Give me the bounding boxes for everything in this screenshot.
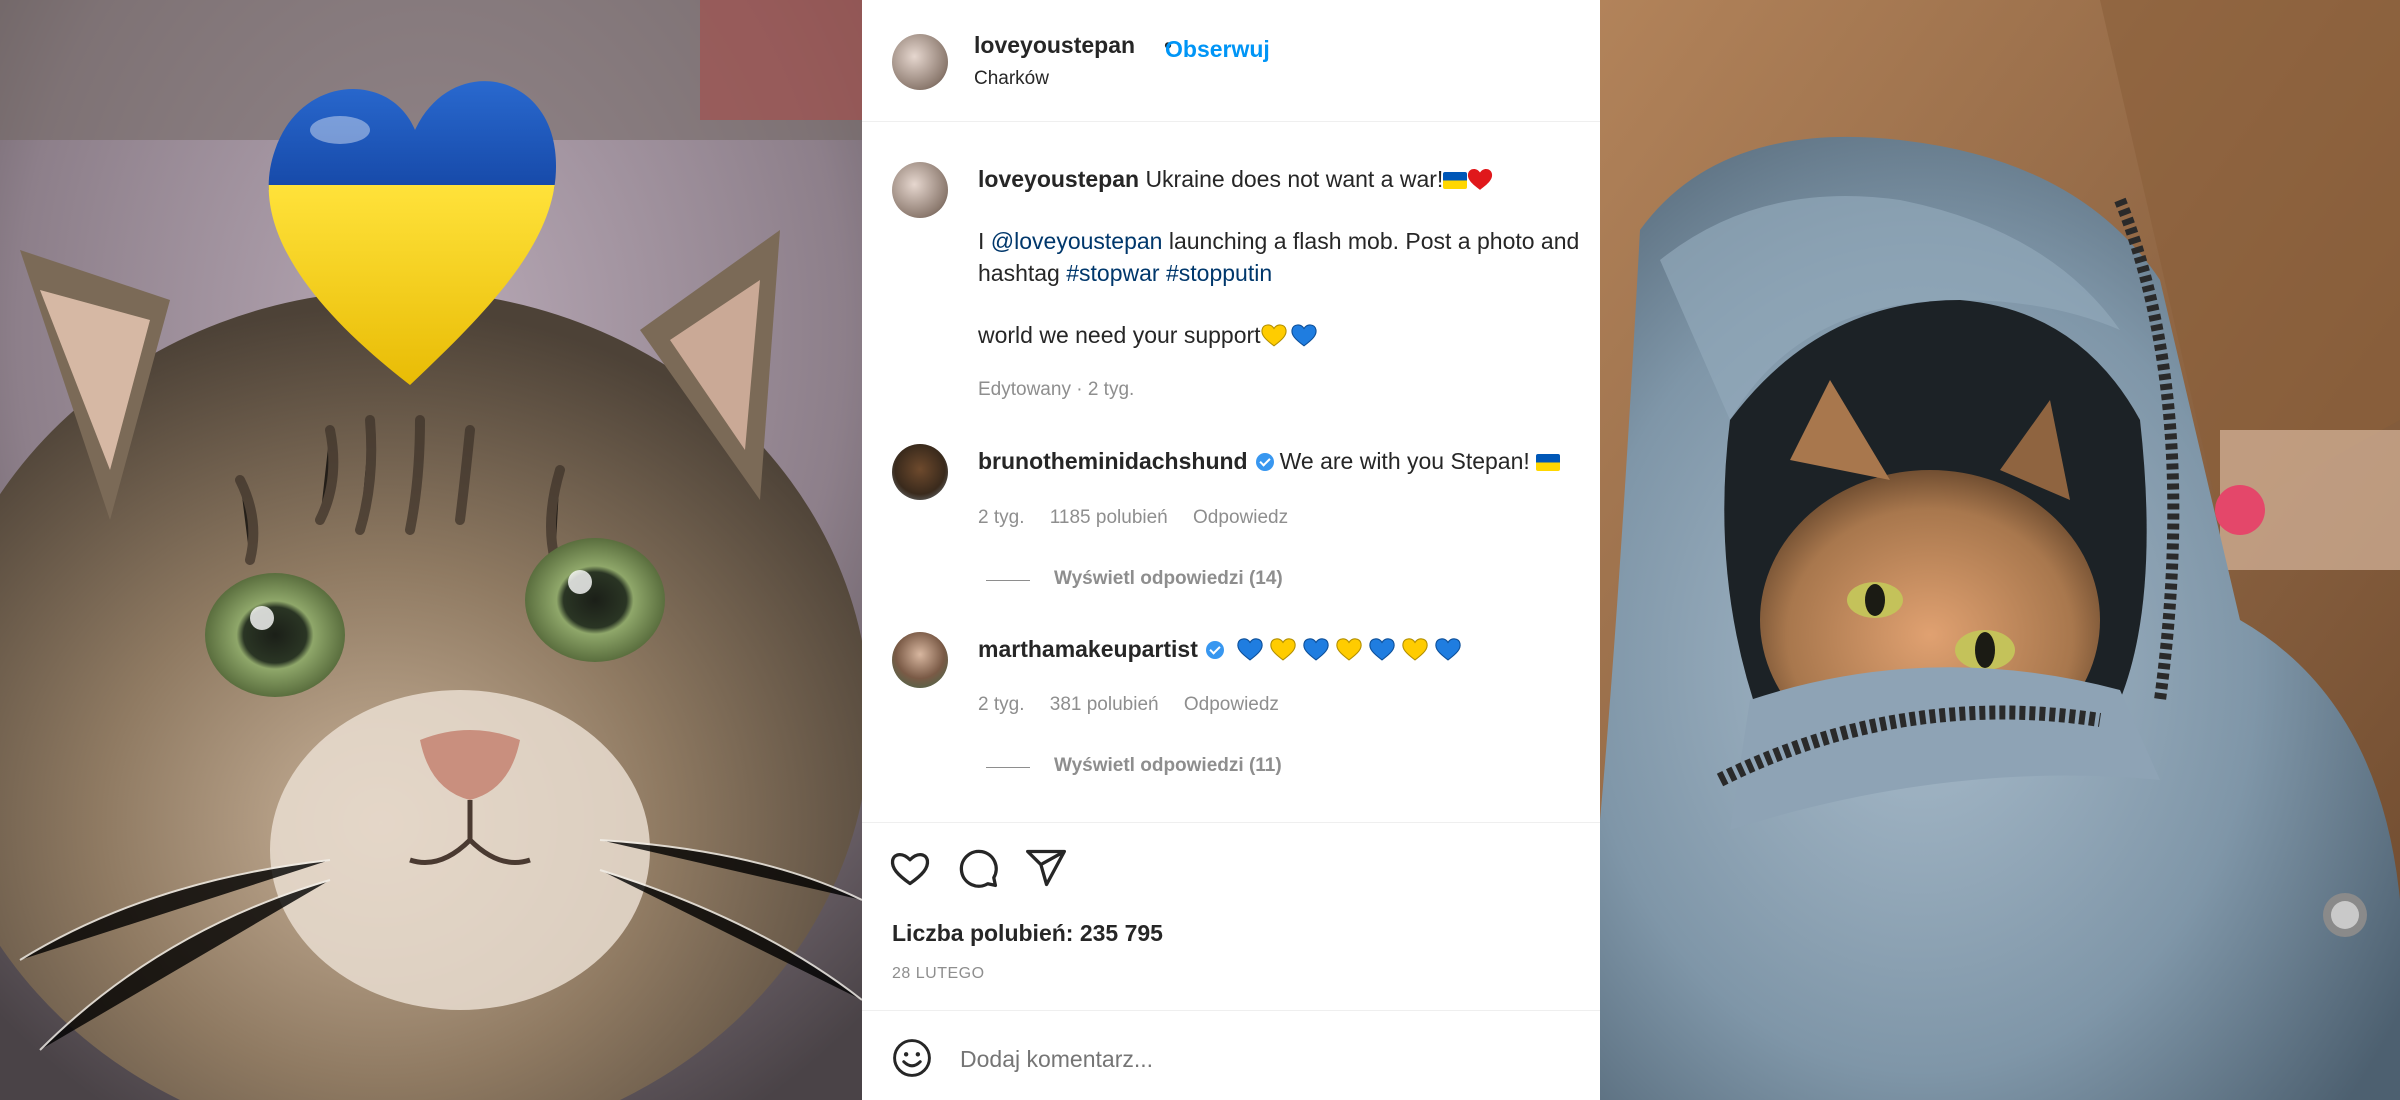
- red-heart-icon: [1468, 168, 1493, 190]
- footer-divider: [862, 1010, 1600, 1011]
- verified-icon: [1205, 641, 1224, 659]
- comment-1-reply-button[interactable]: Odpowiedz: [1193, 507, 1288, 528]
- post-author-username[interactable]: loveyoustepan: [974, 32, 1135, 59]
- caption-hashtag-prefix: hashtag: [978, 260, 1060, 286]
- caption-prefix: I: [978, 228, 985, 254]
- follow-button[interactable]: Obserwuj: [1165, 36, 1270, 63]
- caption-line-1: loveyoustepan Ukraine does not want a wa…: [978, 166, 1493, 193]
- blue-heart-icon: [1435, 638, 1461, 661]
- post-author-avatar[interactable]: [892, 34, 948, 90]
- comment-2-time[interactable]: 2 tyg.: [978, 694, 1024, 715]
- comment-2-line: marthamakeupartist: [978, 636, 1462, 663]
- emoji-icon[interactable]: [890, 1036, 934, 1080]
- comment-1-view-replies[interactable]: Wyświetl odpowiedzi (14): [1054, 568, 1283, 590]
- yellow-heart-icon: [1270, 638, 1296, 661]
- reply-divider: [986, 580, 1030, 581]
- comment-1-text: We are with you Stepan!: [1279, 448, 1530, 474]
- caption-support-text: world we need your support: [978, 322, 1261, 348]
- comment-1-time[interactable]: 2 tyg.: [978, 507, 1024, 528]
- actions-divider: [862, 822, 1600, 823]
- verified-icon: [1255, 453, 1274, 471]
- caption-line-2: I @loveyoustepan launching a flash mob. …: [978, 228, 1579, 255]
- comment-2-username[interactable]: marthamakeupartist: [978, 636, 1198, 662]
- share-icon[interactable]: [1024, 846, 1068, 890]
- post-panel: loveyoustepan • Obserwuj Charków loveyou…: [862, 0, 1600, 1100]
- right-cat-photo: [1600, 0, 2400, 1100]
- likes-count[interactable]: Liczba polubień: 235 795: [892, 920, 1163, 947]
- yellow-heart-icon: [1336, 638, 1362, 661]
- yellow-heart-icon: [1402, 638, 1428, 661]
- comment-2-meta: 2 tyg. 381 polubień Odpowiedz: [978, 694, 1279, 716]
- caption-line-4: world we need your support: [978, 322, 1317, 349]
- ukraine-flag-icon: [1443, 172, 1468, 189]
- left-cat-photo: [0, 0, 862, 1100]
- hashtag-stopwar[interactable]: #stopwar: [1066, 260, 1159, 286]
- comment-1-line: brunotheminidachshund We are with you Ste…: [978, 448, 1561, 475]
- comment-1-username[interactable]: brunotheminidachshund: [978, 448, 1248, 474]
- caption-username[interactable]: loveyoustepan: [978, 166, 1139, 192]
- hashtag-stopputin[interactable]: #stopputin: [1166, 260, 1272, 286]
- comment-1-likes[interactable]: 1185 polubień: [1050, 507, 1168, 528]
- caption-rest: launching a flash mob. Post a photo and: [1168, 228, 1580, 254]
- comment-2-likes[interactable]: 381 polubień: [1050, 694, 1159, 715]
- comment-2-reply-button[interactable]: Odpowiedz: [1184, 694, 1279, 715]
- comment-icon[interactable]: [956, 846, 1000, 890]
- comment-1-meta: 2 tyg. 1185 polubień Odpowiedz: [978, 507, 1288, 529]
- reply-divider: [986, 767, 1030, 768]
- blue-heart-icon: [1290, 324, 1317, 347]
- post-date[interactable]: 28 LUTEGO: [892, 965, 985, 983]
- header-divider: [862, 121, 1600, 122]
- comment-avatar-bruno[interactable]: [892, 444, 948, 500]
- comment-input[interactable]: [958, 1040, 1562, 1078]
- caption-text: Ukraine does not want a war!: [1145, 166, 1444, 192]
- caption-line-3: hashtag #stopwar #stopputin: [978, 260, 1272, 287]
- heart-icon[interactable]: [888, 846, 932, 890]
- yellow-heart-icon: [1260, 324, 1287, 347]
- blue-heart-icon: [1369, 638, 1395, 661]
- post-location[interactable]: Charków: [974, 68, 1049, 90]
- comment-2-view-replies[interactable]: Wyświetl odpowiedzi (11): [1054, 755, 1282, 777]
- caption-author-avatar[interactable]: [892, 162, 948, 218]
- mention-link[interactable]: @loveyoustepan: [991, 228, 1163, 254]
- comment-avatar-martha[interactable]: [892, 632, 948, 688]
- blue-heart-icon: [1237, 638, 1263, 661]
- edited-meta: Edytowany · 2 tyg.: [978, 379, 1135, 400]
- blue-heart-icon: [1303, 638, 1329, 661]
- ukraine-flag-icon: [1536, 454, 1561, 471]
